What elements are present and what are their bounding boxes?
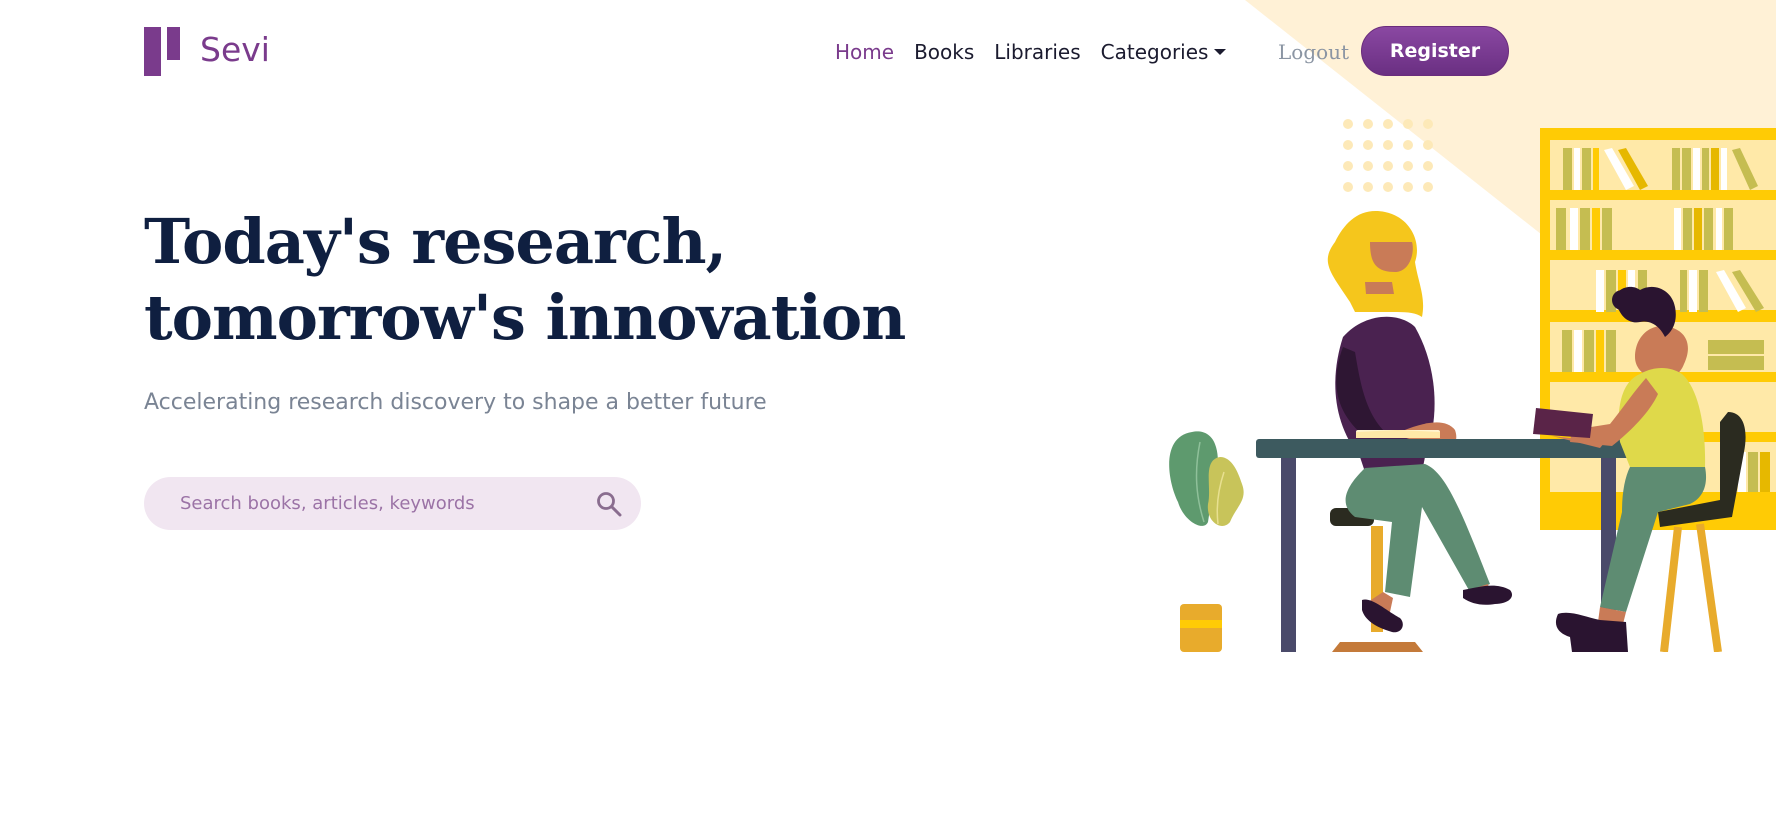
search-bar: [144, 477, 641, 530]
hero-subtitle: Accelerating research discovery to shape…: [144, 390, 767, 415]
hero-headline-line-2: tomorrow's innovation: [144, 281, 906, 354]
logo-mark-icon-secondary: [167, 27, 180, 60]
hero-headline-line-1: Today's research,: [144, 205, 727, 278]
dots-pattern: [1343, 119, 1433, 192]
main-nav: Home Books Libraries Categories: [835, 40, 1246, 64]
nav-item-categories[interactable]: Categories: [1101, 40, 1227, 64]
woman-figure: [1327, 211, 1513, 633]
register-button[interactable]: Register: [1361, 26, 1509, 76]
nav-item-home[interactable]: Home: [835, 40, 894, 64]
logout-link[interactable]: Logout: [1278, 40, 1349, 64]
logo-mark-icon: [144, 27, 161, 76]
nav-item-libraries[interactable]: Libraries: [994, 40, 1080, 64]
search-input[interactable]: [180, 477, 580, 530]
caret-down-icon: [1214, 48, 1227, 55]
nav-item-categories-label: Categories: [1100, 40, 1209, 64]
brand-name: Sevi: [200, 30, 270, 69]
hero-headline: Today's research, tomorrow's innovation: [144, 204, 906, 356]
brand-logo[interactable]: Sevi: [144, 27, 270, 76]
potted-plant: [1169, 431, 1244, 652]
nav-item-books[interactable]: Books: [914, 40, 974, 64]
search-icon[interactable]: [595, 490, 623, 518]
hero-illustration: [1169, 119, 1776, 652]
